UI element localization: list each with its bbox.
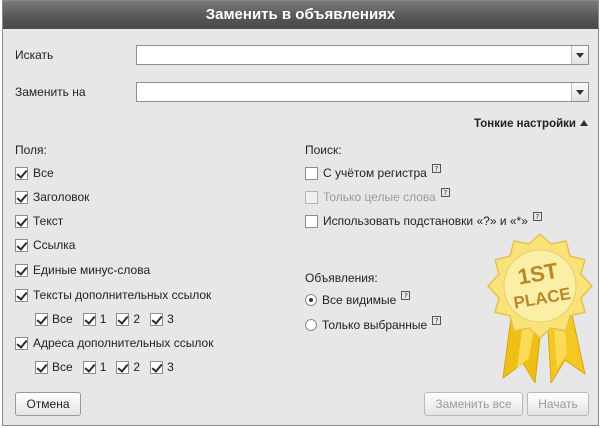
checkbox[interactable] bbox=[15, 288, 28, 302]
checkbox[interactable] bbox=[82, 312, 96, 326]
search-combobox[interactable] bbox=[136, 45, 589, 65]
help-icon[interactable]: ? bbox=[440, 187, 450, 197]
help-icon[interactable]: ? bbox=[431, 163, 441, 173]
fields-heading: Поля: bbox=[15, 143, 47, 157]
help-icon[interactable]: ? bbox=[532, 211, 542, 221]
sub-option-label: Все bbox=[52, 312, 73, 326]
checkbox-label: Все bbox=[33, 166, 54, 180]
field-title[interactable]: Заголовок bbox=[15, 189, 89, 205]
help-icon[interactable]: ? bbox=[432, 315, 442, 325]
checkbox[interactable] bbox=[116, 360, 130, 374]
checkbox[interactable] bbox=[15, 214, 28, 228]
checkbox[interactable] bbox=[82, 360, 96, 374]
sub-option-2[interactable]: 2 bbox=[116, 312, 140, 326]
checkbox-label: Текст bbox=[33, 214, 64, 228]
ads-heading: Объявления: bbox=[305, 271, 378, 285]
checkbox-label: Ссылка bbox=[33, 238, 76, 252]
checkbox[interactable] bbox=[15, 336, 28, 350]
checkbox[interactable] bbox=[150, 360, 164, 374]
search-label: Искать bbox=[15, 48, 54, 62]
checkbox[interactable] bbox=[305, 166, 318, 180]
field-text[interactable]: Текст bbox=[15, 213, 63, 229]
chevron-down-icon[interactable] bbox=[571, 83, 588, 101]
sub-option-label: 1 bbox=[99, 312, 107, 326]
sub-option-3[interactable]: 3 bbox=[150, 312, 174, 326]
field-sitelink-texts[interactable]: Тексты дополнительных ссылок bbox=[15, 287, 211, 303]
sub-option-1[interactable]: 1 bbox=[82, 312, 107, 326]
replace-combobox[interactable] bbox=[136, 82, 589, 102]
option-wildcards[interactable]: Использовать подстановки «?» и «*» ? bbox=[305, 211, 542, 229]
checkbox-label: Только целые слова bbox=[323, 190, 436, 204]
sub-option-3[interactable]: 3 bbox=[150, 360, 174, 374]
checkbox-label: Заголовок bbox=[33, 190, 90, 204]
radio[interactable] bbox=[305, 294, 317, 306]
checkbox-label: Адреса дополнительных ссылок bbox=[33, 336, 214, 350]
start-button[interactable]: Начать bbox=[527, 392, 589, 416]
help-icon[interactable]: ? bbox=[401, 290, 411, 300]
sub-option-1[interactable]: 1 bbox=[82, 360, 107, 374]
sub-option-label: 1 bbox=[99, 360, 107, 374]
checkbox-label: Тексты дополнительных ссылок bbox=[33, 288, 212, 302]
checkbox-label: Единые минус-слова bbox=[33, 263, 151, 277]
checkbox[interactable] bbox=[35, 312, 48, 326]
checkbox[interactable] bbox=[15, 238, 28, 252]
fine-settings-label: Тонкие настройки bbox=[473, 118, 576, 130]
dialog-title: Заменить в объявлениях bbox=[3, 1, 598, 29]
checkbox-label: Использовать подстановки «?» и «*» bbox=[323, 214, 528, 228]
radio-label: Все видимые bbox=[322, 293, 397, 307]
checkbox[interactable] bbox=[305, 214, 318, 228]
ads-all-visible[interactable]: Все видимые ? bbox=[305, 290, 411, 308]
sitelink-texts-suboptions: Все 1 2 3 bbox=[35, 311, 184, 327]
sub-option-label: 3 bbox=[167, 360, 174, 374]
sub-option-label: 2 bbox=[133, 312, 141, 326]
field-negative-keywords[interactable]: Единые минус-слова bbox=[15, 262, 150, 278]
radio-label: Только выбранные bbox=[322, 318, 428, 332]
checkbox bbox=[305, 190, 318, 204]
replace-all-button[interactable]: Заменить все bbox=[424, 392, 523, 416]
checkbox[interactable] bbox=[15, 166, 28, 180]
checkbox[interactable] bbox=[15, 190, 28, 204]
checkbox[interactable] bbox=[15, 263, 28, 277]
ads-only-selected[interactable]: Только выбранные ? bbox=[305, 315, 442, 333]
sub-option-label: 3 bbox=[167, 312, 174, 326]
checkbox[interactable] bbox=[35, 360, 48, 374]
radio[interactable] bbox=[305, 319, 317, 331]
checkbox[interactable] bbox=[116, 312, 130, 326]
chevron-down-icon[interactable] bbox=[571, 46, 588, 64]
checkbox-label: С учётом регистра bbox=[323, 166, 427, 180]
field-link[interactable]: Ссылка bbox=[15, 237, 75, 253]
cancel-button[interactable]: Отмена bbox=[15, 392, 81, 416]
sitelink-urls-suboptions: Все 1 2 3 bbox=[35, 359, 184, 375]
checkbox[interactable] bbox=[150, 312, 164, 326]
option-whole-words: Только целые слова ? bbox=[305, 187, 450, 205]
field-all[interactable]: Все bbox=[15, 165, 54, 181]
sub-option-all[interactable]: Все bbox=[35, 360, 73, 374]
sub-option-label: 2 bbox=[133, 360, 141, 374]
first-place-badge-icon: 1ST PLACE bbox=[486, 232, 594, 383]
option-case-sensitive[interactable]: С учётом регистра ? bbox=[305, 163, 441, 181]
field-sitelink-urls[interactable]: Адреса дополнительных ссылок bbox=[15, 335, 213, 351]
fine-settings-toggle[interactable]: Тонкие настройки bbox=[474, 118, 588, 130]
replace-label: Заменить на bbox=[15, 85, 86, 99]
triangle-up-icon bbox=[580, 120, 588, 126]
sub-option-all[interactable]: Все bbox=[35, 312, 73, 326]
sub-option-2[interactable]: 2 bbox=[116, 360, 140, 374]
sub-option-label: Все bbox=[52, 360, 73, 374]
search-options-heading: Поиск: bbox=[305, 143, 342, 157]
